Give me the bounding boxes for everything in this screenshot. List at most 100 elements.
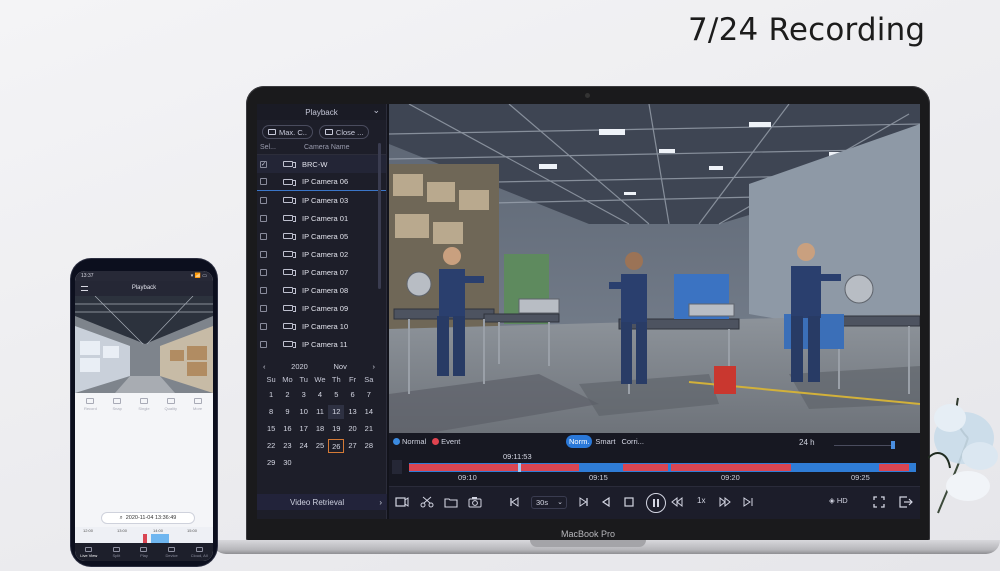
- calendar-next-button[interactable]: ›: [373, 362, 376, 371]
- phone-timeline[interactable]: 12:00 13:00 14:00 15:00: [75, 527, 213, 543]
- calendar-day[interactable]: 15: [263, 422, 279, 436]
- calendar-day[interactable]: 26: [328, 439, 345, 453]
- calendar-day[interactable]: 27: [344, 439, 360, 453]
- checkbox-checked-icon[interactable]: ✓: [260, 160, 267, 168]
- calendar-day[interactable]: 4: [312, 388, 328, 402]
- camera-row[interactable]: IP Camera 11: [257, 335, 386, 353]
- folder-icon[interactable]: [444, 496, 458, 508]
- phone-tab-more[interactable]: More: [189, 398, 207, 411]
- chevron-down-icon[interactable]: ⌄: [372, 105, 380, 116]
- calendar-day[interactable]: 2: [279, 388, 295, 402]
- calendar-day[interactable]: 6: [344, 388, 360, 402]
- calendar-month[interactable]: Nov: [334, 362, 347, 371]
- timeline-track[interactable]: [409, 463, 916, 472]
- menu-icon[interactable]: [81, 286, 88, 291]
- skip-interval-select[interactable]: 30s ⌄: [531, 496, 567, 509]
- reverse-play-icon[interactable]: [601, 496, 611, 508]
- playback-rate[interactable]: 1x: [697, 496, 705, 505]
- calendar-day[interactable]: 17: [296, 422, 312, 436]
- mode-corridor-button[interactable]: Corri...: [618, 435, 647, 448]
- calendar-day[interactable]: 29: [263, 456, 279, 470]
- calendar-day[interactable]: 21: [361, 422, 377, 436]
- calendar-day[interactable]: 22: [263, 439, 279, 453]
- calendar-day[interactable]: 14: [361, 405, 377, 419]
- camera-row[interactable]: IP Camera 06: [257, 173, 386, 191]
- checkbox-icon[interactable]: [260, 196, 267, 204]
- phone-video-feed[interactable]: [75, 296, 213, 393]
- skip-forward-icon[interactable]: [579, 496, 589, 508]
- close-all-button[interactable]: Close ...: [318, 125, 370, 139]
- timeline-zoom-slider[interactable]: [834, 445, 894, 446]
- calendar-prev-button[interactable]: ‹: [263, 362, 266, 371]
- fullscreen-icon[interactable]: [873, 496, 885, 508]
- stop-icon[interactable]: [624, 496, 634, 508]
- next-frame-icon[interactable]: [742, 496, 754, 508]
- calendar-day[interactable]: 11: [312, 405, 328, 419]
- calendar-day[interactable]: 7: [361, 388, 377, 402]
- sidebar-header[interactable]: Playback ⌄: [257, 104, 386, 120]
- timeline-zoom-handle[interactable]: [891, 441, 895, 449]
- timeline-playhead[interactable]: [518, 463, 521, 472]
- camera-row[interactable]: IP Camera 03: [257, 191, 386, 209]
- calendar-day[interactable]: 3: [296, 388, 312, 402]
- camera-row[interactable]: IP Camera 01: [257, 209, 386, 227]
- checkbox-icon[interactable]: [260, 232, 267, 240]
- calendar-day[interactable]: 28: [361, 439, 377, 453]
- select-column-header[interactable]: Sel...: [260, 144, 304, 151]
- phone-nav-live-view[interactable]: Live View: [79, 546, 99, 558]
- checkbox-icon[interactable]: [260, 250, 267, 258]
- camera-row[interactable]: IP Camera 05: [257, 227, 386, 245]
- checkbox-icon[interactable]: [260, 340, 267, 348]
- fast-forward-icon[interactable]: [719, 496, 731, 508]
- phone-nav-play[interactable]: Play: [134, 546, 154, 558]
- name-column-header[interactable]: Camera Name: [304, 144, 350, 151]
- phone-tab-single[interactable]: Single: [135, 398, 153, 411]
- calendar-day[interactable]: 8: [263, 405, 279, 419]
- calendar-day[interactable]: 24: [296, 439, 312, 453]
- camera-row[interactable]: IP Camera 08: [257, 281, 386, 299]
- mode-normal-button[interactable]: Norm.: [566, 435, 593, 448]
- checkbox-icon[interactable]: [260, 214, 267, 222]
- phone-tab-quality[interactable]: Quality: [162, 398, 180, 411]
- calendar-day[interactable]: 20: [344, 422, 360, 436]
- calendar-day[interactable]: 19: [328, 422, 344, 436]
- camera-row[interactable]: IP Camera 09: [257, 299, 386, 317]
- exit-icon[interactable]: [899, 496, 913, 508]
- phone-nav-device[interactable]: Device: [162, 546, 182, 558]
- checkbox-icon[interactable]: [260, 268, 267, 276]
- calendar-day[interactable]: 12: [328, 405, 345, 419]
- max-channels-button[interactable]: Max. C..: [262, 125, 313, 139]
- calendar-day[interactable]: 1: [263, 388, 279, 402]
- quality-button[interactable]: ◈ HD: [829, 496, 848, 505]
- video-feed[interactable]: [389, 104, 920, 433]
- checkbox-icon[interactable]: [260, 178, 267, 185]
- checkbox-icon[interactable]: [260, 322, 267, 330]
- phone-nav-split[interactable]: Split: [106, 546, 126, 558]
- timeline-side-handle[interactable]: [392, 460, 402, 474]
- phone-tab-record[interactable]: Record: [81, 398, 99, 411]
- calendar-day[interactable]: 16: [279, 422, 295, 436]
- mode-smart-button[interactable]: Smart: [592, 435, 618, 448]
- calendar-year[interactable]: 2020: [291, 362, 308, 371]
- calendar-day[interactable]: 23: [279, 439, 295, 453]
- camera-row[interactable]: IP Camera 02: [257, 245, 386, 263]
- calendar-day[interactable]: 5: [328, 388, 344, 402]
- pause-icon[interactable]: [646, 493, 666, 513]
- rewind-icon[interactable]: [671, 496, 683, 508]
- checkbox-icon[interactable]: [260, 304, 267, 312]
- snapshot-icon[interactable]: [468, 496, 482, 508]
- calendar-day[interactable]: 18: [312, 422, 328, 436]
- scissors-icon[interactable]: [420, 496, 434, 508]
- video-retrieval-button[interactable]: Video Retrieval ›: [257, 494, 387, 510]
- calendar-day[interactable]: 13: [344, 405, 360, 419]
- camera-row[interactable]: ✓ BRC-W: [257, 155, 386, 173]
- camera-row[interactable]: IP Camera 10: [257, 317, 386, 335]
- phone-date-picker[interactable]: ⌕ 2020-11-04 13:36:49: [101, 512, 195, 524]
- record-clip-icon[interactable]: [395, 496, 409, 508]
- skip-back-icon[interactable]: [509, 496, 519, 508]
- camera-row[interactable]: IP Camera 07: [257, 263, 386, 281]
- calendar-day[interactable]: 9: [279, 405, 295, 419]
- calendar-day[interactable]: 30: [279, 456, 295, 470]
- phone-tab-snap[interactable]: Snap: [108, 398, 126, 411]
- checkbox-icon[interactable]: [260, 286, 267, 294]
